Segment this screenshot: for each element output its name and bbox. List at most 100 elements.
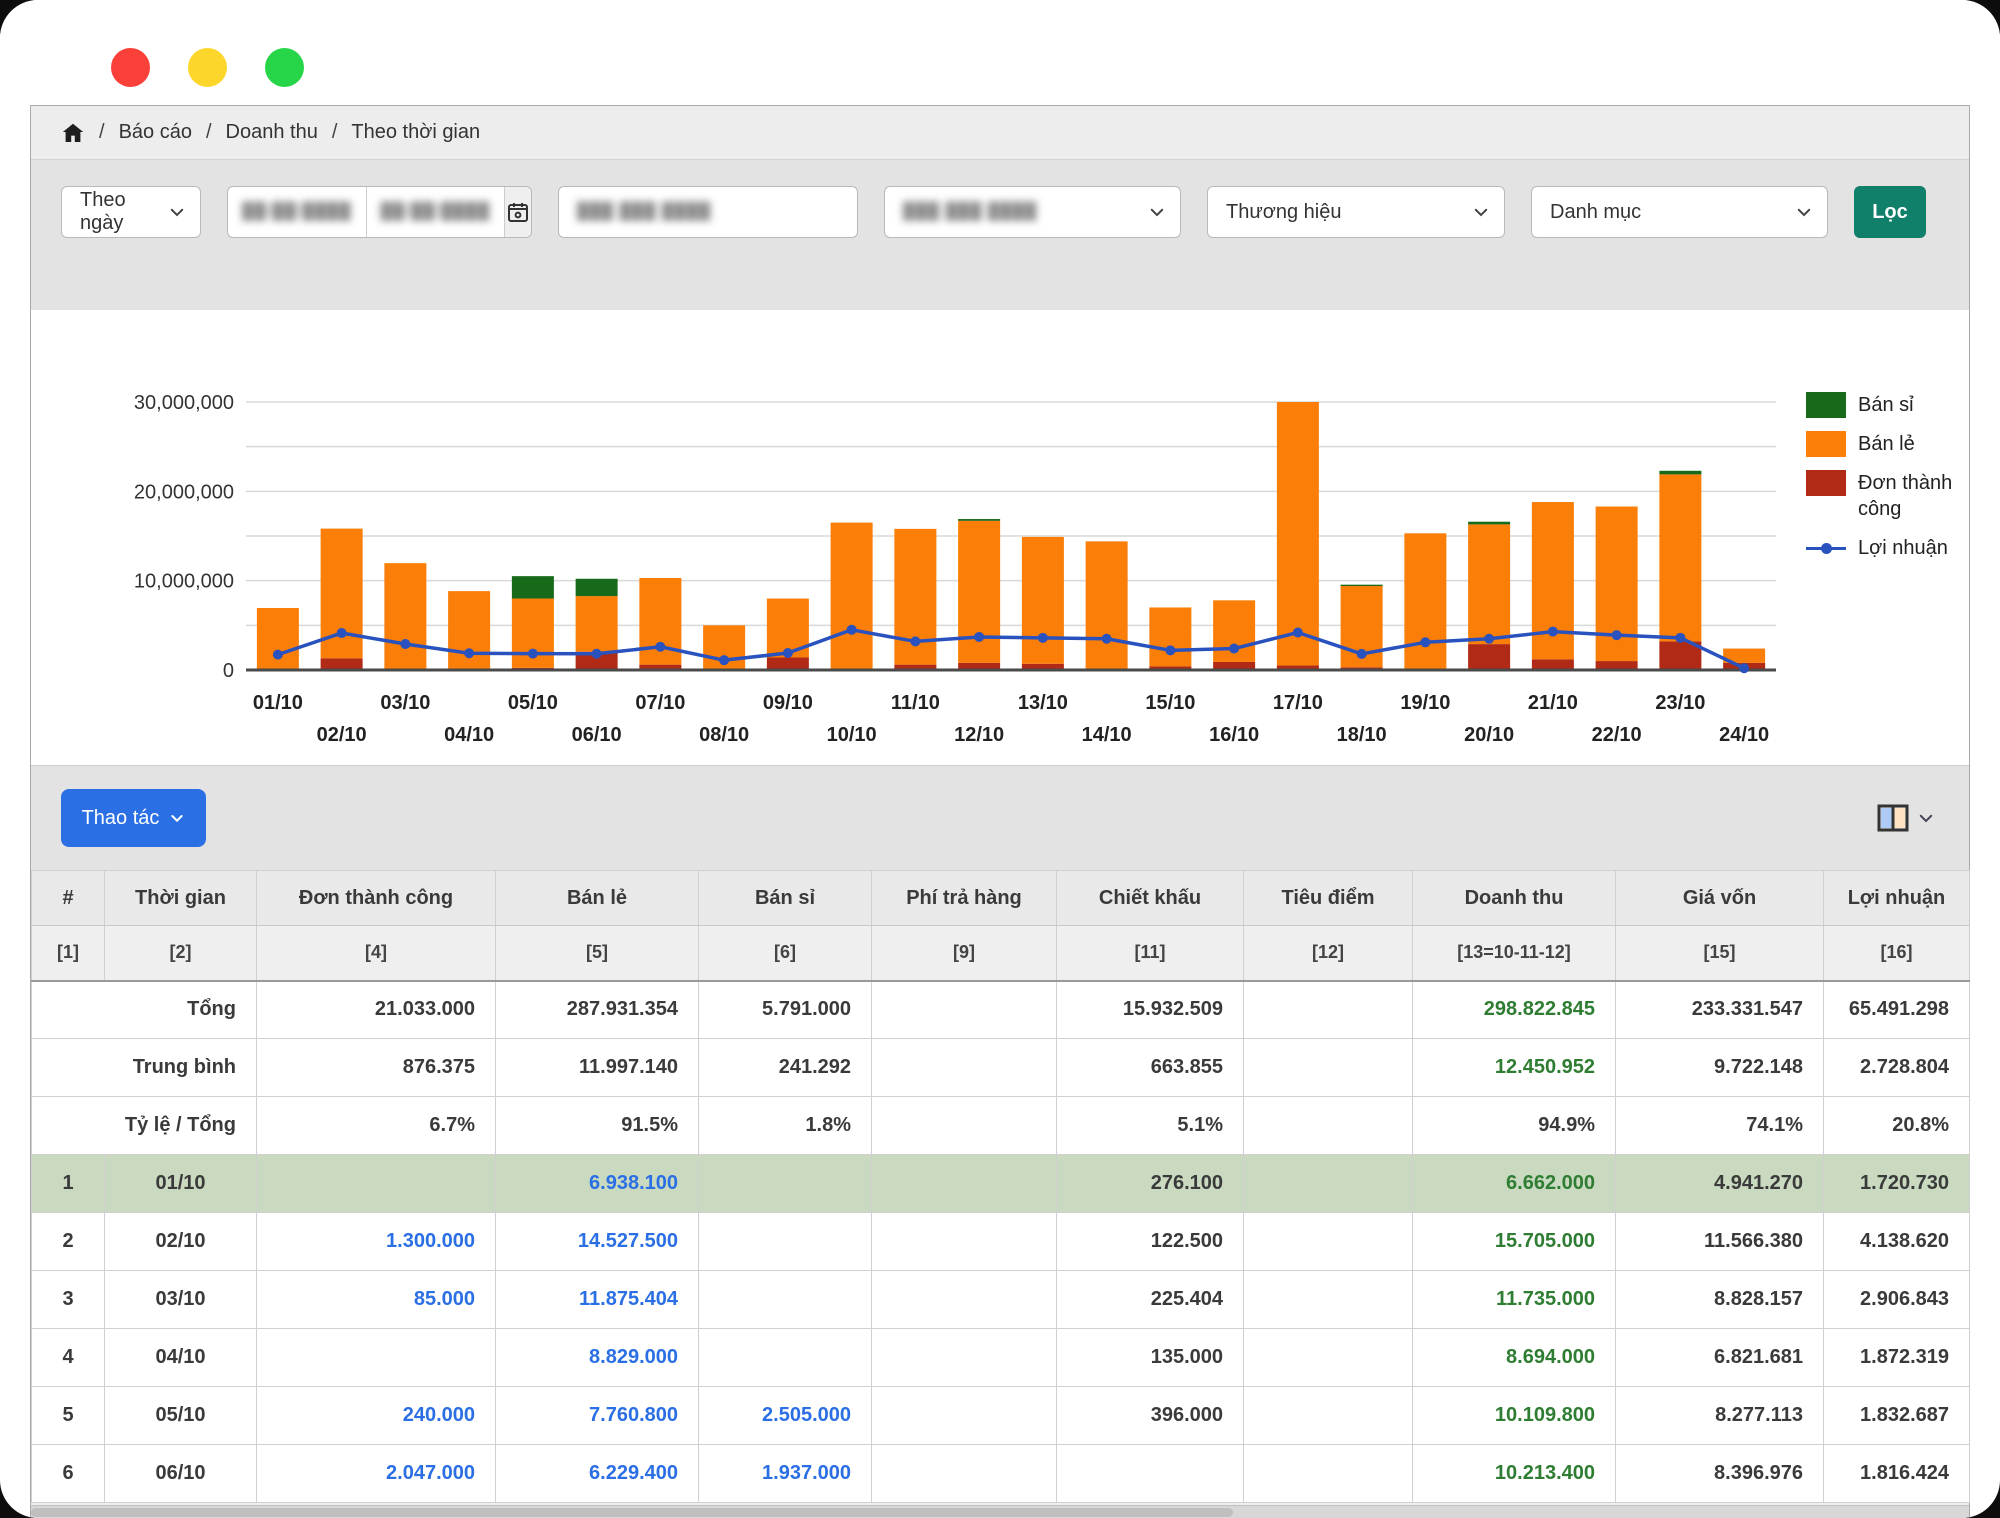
row-date[interactable]: 03/10 xyxy=(105,1271,257,1329)
cell-loi-nhuan: 2.906.843 xyxy=(1824,1271,1970,1329)
svg-text:04/10: 04/10 xyxy=(444,724,494,746)
cell-don-thanh-cong[interactable] xyxy=(257,1329,496,1387)
store-search-input[interactable]: ███ ███ ████ xyxy=(558,186,858,238)
row-date[interactable]: 02/10 xyxy=(105,1213,257,1271)
col-thoi-gian[interactable]: Thời gian xyxy=(105,871,257,926)
svg-text:19/10: 19/10 xyxy=(1400,692,1450,714)
cell-ban-si[interactable]: 1.937.000 xyxy=(699,1445,872,1503)
legend-item-ban-si[interactable]: Bán sỉ xyxy=(1806,392,1968,418)
column-visibility-button[interactable] xyxy=(1877,804,1935,832)
brand-select[interactable]: Thương hiệu xyxy=(1207,186,1505,238)
legend-item-ban-le[interactable]: Bán lẻ xyxy=(1806,431,1968,457)
actions-button[interactable]: Thao tác xyxy=(61,789,206,847)
cell-don-thanh-cong[interactable]: 85.000 xyxy=(257,1271,496,1329)
store-select[interactable]: ███ ███ ████ xyxy=(884,186,1181,238)
cell-ban-le[interactable]: 14.527.500 xyxy=(496,1213,699,1271)
calendar-button[interactable] xyxy=(504,187,531,237)
row-date[interactable]: 06/10 xyxy=(105,1445,257,1503)
breadcrumb-item-theo-thoi-gian[interactable]: Theo thời gian xyxy=(351,121,480,144)
row-date[interactable]: 05/10 xyxy=(105,1387,257,1445)
cell-don-thanh-cong[interactable] xyxy=(257,1155,496,1213)
col-phi-tra-hang[interactable]: Phí trả hàng xyxy=(872,871,1057,926)
summary-label: Tổng xyxy=(32,981,257,1039)
col-don-thanh-cong[interactable]: Đơn thành công xyxy=(257,871,496,926)
row-date[interactable]: 01/10 xyxy=(105,1155,257,1213)
cell-ban-le[interactable]: 11.875.404 xyxy=(496,1271,699,1329)
svg-text:07/10: 07/10 xyxy=(635,692,685,714)
horizontal-scrollbar[interactable] xyxy=(31,1505,1969,1518)
row-date[interactable]: 04/10 xyxy=(105,1329,257,1387)
svg-text:14/10: 14/10 xyxy=(1082,724,1132,746)
date-from-input[interactable]: ██/██/████ xyxy=(228,187,366,237)
cell-don-thanh-cong[interactable]: 240.000 xyxy=(257,1387,496,1445)
window-titlebar xyxy=(0,0,2000,105)
summary-value: 12.450.952 xyxy=(1413,1039,1616,1097)
group-by-select[interactable]: Theo ngày xyxy=(61,186,201,238)
legend-label: Bán sỉ xyxy=(1858,392,1914,418)
row-index: 6 xyxy=(32,1445,105,1503)
cell-gia-von: 8.828.157 xyxy=(1616,1271,1824,1329)
col-gia-von[interactable]: Giá vốn xyxy=(1616,871,1824,926)
summary-value: 287.931.354 xyxy=(496,981,699,1039)
breadcrumb: / Báo cáo / Doanh thu / Theo thời gian xyxy=(31,106,1969,160)
cell-ban-si[interactable] xyxy=(699,1329,872,1387)
col-ban-si[interactable]: Bán sỉ xyxy=(699,871,872,926)
cell-don-thanh-cong[interactable]: 2.047.000 xyxy=(257,1445,496,1503)
svg-text:06/10: 06/10 xyxy=(572,724,622,746)
cell-ban-le[interactable]: 7.760.800 xyxy=(496,1387,699,1445)
filter-button[interactable]: Lọc xyxy=(1854,186,1926,238)
home-icon[interactable] xyxy=(61,121,85,145)
cell-doanh-thu: 6.662.000 xyxy=(1413,1155,1616,1213)
cell-ban-le[interactable]: 6.229.400 xyxy=(496,1445,699,1503)
cell-gia-von: 11.566.380 xyxy=(1616,1213,1824,1271)
cell-ban-si[interactable]: 2.505.000 xyxy=(699,1387,872,1445)
breadcrumb-item-bao-cao[interactable]: Báo cáo xyxy=(119,121,192,144)
col-tieu-diem[interactable]: Tiêu điểm xyxy=(1244,871,1413,926)
col-ban-le[interactable]: Bán lẻ xyxy=(496,871,699,926)
col-chiet-khau[interactable]: Chiết khấu xyxy=(1057,871,1244,926)
summary-value: 65.491.298 xyxy=(1824,981,1970,1039)
cell-ban-le[interactable]: 6.938.100 xyxy=(496,1155,699,1213)
cell-chiet-khau: 135.000 xyxy=(1057,1329,1244,1387)
row-index: 4 xyxy=(32,1329,105,1387)
cell-loi-nhuan: 4.138.620 xyxy=(1824,1213,1970,1271)
traffic-light-minimize[interactable] xyxy=(188,48,227,87)
chart-legend: Bán sỉ Bán lẻ Đơn thành công Lợi nhuận xyxy=(1806,392,1968,561)
summary-value: 1.8% xyxy=(699,1097,872,1155)
summary-value: 9.722.148 xyxy=(1616,1039,1824,1097)
cell-ban-si[interactable] xyxy=(699,1213,872,1271)
col-doanh-thu[interactable]: Doanh thu xyxy=(1413,871,1616,926)
scrollbar-thumb[interactable] xyxy=(31,1508,1233,1517)
svg-text:01/10: 01/10 xyxy=(253,692,303,714)
breadcrumb-separator: / xyxy=(206,121,212,144)
cell-ban-le[interactable]: 8.829.000 xyxy=(496,1329,699,1387)
legend-item-don-thanh-cong[interactable]: Đơn thành công xyxy=(1806,470,1968,522)
traffic-light-close[interactable] xyxy=(111,48,150,87)
cell-ban-si[interactable] xyxy=(699,1271,872,1329)
breadcrumb-item-doanh-thu[interactable]: Doanh thu xyxy=(226,121,318,144)
col-stt[interactable]: # xyxy=(32,871,105,926)
date-to-input[interactable]: ██/██/████ xyxy=(366,187,505,237)
cell-chiet-khau: 276.100 xyxy=(1057,1155,1244,1213)
cell-ban-si[interactable] xyxy=(699,1155,872,1213)
date-to-value: ██/██/████ xyxy=(381,203,491,221)
cell-gia-von: 6.821.681 xyxy=(1616,1329,1824,1387)
chevron-down-icon xyxy=(1917,809,1935,827)
cell-chiet-khau: 225.404 xyxy=(1057,1271,1244,1329)
date-range-picker[interactable]: ██/██/████ ██/██/████ xyxy=(227,186,532,238)
svg-text:10/10: 10/10 xyxy=(827,724,877,746)
app-window: / Báo cáo / Doanh thu / Theo thời gian T… xyxy=(0,0,2000,1518)
summary-label: Tỷ lệ / Tổng xyxy=(32,1097,257,1155)
col-loi-nhuan[interactable]: Lợi nhuận xyxy=(1824,871,1970,926)
svg-text:13/10: 13/10 xyxy=(1018,692,1068,714)
svg-text:30,000,000: 30,000,000 xyxy=(134,392,234,414)
table-row: 4 04/10 8.829.000 135.000 8.694.000 6.82… xyxy=(32,1329,1970,1387)
svg-text:08/10: 08/10 xyxy=(699,724,749,746)
cell-tieu-diem xyxy=(1244,1213,1413,1271)
cell-don-thanh-cong[interactable]: 1.300.000 xyxy=(257,1213,496,1271)
svg-text:10,000,000: 10,000,000 xyxy=(134,571,234,593)
chart-section: 010,000,00020,000,00030,000,00001/1002/1… xyxy=(31,310,1969,765)
legend-item-loi-nhuan[interactable]: Lợi nhuận xyxy=(1806,535,1968,561)
category-select[interactable]: Danh mục xyxy=(1531,186,1828,238)
traffic-light-zoom[interactable] xyxy=(265,48,304,87)
